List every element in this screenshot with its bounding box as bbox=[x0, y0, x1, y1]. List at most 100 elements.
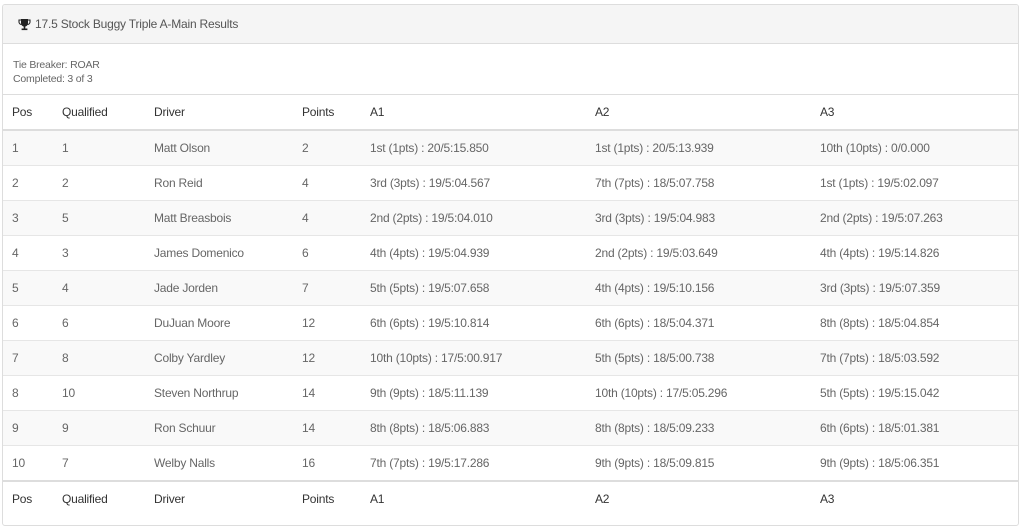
cell-qualified: 3 bbox=[53, 235, 145, 271]
panel-heading: 17.5 Stock Buggy Triple A-Main Results bbox=[3, 5, 1018, 44]
cell-pos: 9 bbox=[3, 410, 53, 446]
cell-points: 14 bbox=[293, 375, 361, 411]
cell-qualified: 6 bbox=[53, 305, 145, 341]
cell-pos: 5 bbox=[3, 270, 53, 306]
cell-points: 16 bbox=[293, 445, 361, 481]
footer-qualified: Qualified bbox=[53, 480, 145, 516]
cell-driver: Matt Olson bbox=[145, 129, 293, 166]
cell-pos: 10 bbox=[3, 445, 53, 481]
cell-a1: 8th (8pts) : 18/5:06.883 bbox=[361, 410, 586, 446]
cell-qualified: 2 bbox=[53, 165, 145, 201]
cell-a3: 2nd (2pts) : 19/5:07.263 bbox=[811, 200, 1018, 236]
tie-breaker-text: Tie Breaker: ROAR bbox=[13, 59, 100, 71]
trophy-icon bbox=[18, 18, 31, 31]
cell-a2: 3rd (3pts) : 19/5:04.983 bbox=[586, 200, 811, 236]
cell-pos: 3 bbox=[3, 200, 53, 236]
cell-a3: 8th (8pts) : 18/5:04.854 bbox=[811, 305, 1018, 341]
cell-pos: 6 bbox=[3, 305, 53, 341]
cell-points: 12 bbox=[293, 305, 361, 341]
header-a2[interactable]: A2 bbox=[586, 94, 811, 131]
cell-a1: 7th (7pts) : 19/5:17.286 bbox=[361, 445, 586, 481]
cell-driver: Jade Jorden bbox=[145, 270, 293, 306]
table-row: 1 1 Matt Olson 2 1st (1pts) : 20/5:15.85… bbox=[3, 129, 1018, 166]
cell-points: 4 bbox=[293, 200, 361, 236]
cell-points: 7 bbox=[293, 270, 361, 306]
table-footer-row: Pos Qualified Driver Points A1 A2 A3 bbox=[3, 480, 1018, 516]
cell-a3: 9th (9pts) : 18/5:06.351 bbox=[811, 445, 1018, 481]
table-header-row: Pos Qualified Driver Points A1 A2 A3 bbox=[3, 94, 1018, 131]
cell-pos: 4 bbox=[3, 235, 53, 271]
footer-a2: A2 bbox=[586, 480, 811, 516]
footer-a3: A3 bbox=[811, 480, 1018, 516]
footer-pos: Pos bbox=[3, 480, 53, 516]
table-row: 2 2 Ron Reid 4 3rd (3pts) : 19/5:04.567 … bbox=[3, 165, 1018, 201]
footer-points: Points bbox=[293, 480, 361, 516]
cell-a3: 4th (4pts) : 19/5:14.826 bbox=[811, 235, 1018, 271]
cell-qualified: 1 bbox=[53, 129, 145, 166]
cell-a1: 2nd (2pts) : 19/5:04.010 bbox=[361, 200, 586, 236]
cell-a1: 10th (10pts) : 17/5:00.917 bbox=[361, 340, 586, 376]
race-meta: Tie Breaker: ROAR Completed: 3 of 3 bbox=[3, 44, 1018, 94]
table-row: 9 9 Ron Schuur 14 8th (8pts) : 18/5:06.8… bbox=[3, 410, 1018, 446]
cell-a2: 7th (7pts) : 18/5:07.758 bbox=[586, 165, 811, 201]
footer-driver: Driver bbox=[145, 480, 293, 516]
cell-driver: James Domenico bbox=[145, 235, 293, 271]
cell-pos: 8 bbox=[3, 375, 53, 411]
header-qualified[interactable]: Qualified bbox=[53, 94, 145, 131]
header-a1[interactable]: A1 bbox=[361, 94, 586, 131]
cell-points: 4 bbox=[293, 165, 361, 201]
cell-driver: Colby Yardley bbox=[145, 340, 293, 376]
cell-points: 12 bbox=[293, 340, 361, 376]
cell-points: 14 bbox=[293, 410, 361, 446]
cell-qualified: 9 bbox=[53, 410, 145, 446]
cell-driver: Ron Reid bbox=[145, 165, 293, 201]
header-a3[interactable]: A3 bbox=[811, 94, 1018, 131]
table-row: 4 3 James Domenico 6 4th (4pts) : 19/5:0… bbox=[3, 235, 1018, 271]
table-row: 5 4 Jade Jorden 7 5th (5pts) : 19/5:07.6… bbox=[3, 270, 1018, 306]
cell-qualified: 5 bbox=[53, 200, 145, 236]
cell-pos: 7 bbox=[3, 340, 53, 376]
header-driver[interactable]: Driver bbox=[145, 94, 293, 131]
header-points[interactable]: Points bbox=[293, 94, 361, 131]
completed-text: Completed: 3 of 3 bbox=[13, 73, 93, 85]
footer-a1: A1 bbox=[361, 480, 586, 516]
cell-a2: 6th (6pts) : 18/5:04.371 bbox=[586, 305, 811, 341]
table-row: 7 8 Colby Yardley 12 10th (10pts) : 17/5… bbox=[3, 340, 1018, 376]
cell-a2: 1st (1pts) : 20/5:13.939 bbox=[586, 129, 811, 166]
cell-a1: 9th (9pts) : 18/5:11.139 bbox=[361, 375, 586, 411]
cell-pos: 2 bbox=[3, 165, 53, 201]
cell-a2: 4th (4pts) : 19/5:10.156 bbox=[586, 270, 811, 306]
cell-driver: Matt Breasbois bbox=[145, 200, 293, 236]
cell-a1: 4th (4pts) : 19/5:04.939 bbox=[361, 235, 586, 271]
cell-qualified: 4 bbox=[53, 270, 145, 306]
cell-a3: 5th (5pts) : 19/5:15.042 bbox=[811, 375, 1018, 411]
header-pos[interactable]: Pos bbox=[3, 94, 53, 131]
cell-a3: 1st (1pts) : 19/5:02.097 bbox=[811, 165, 1018, 201]
cell-driver: Ron Schuur bbox=[145, 410, 293, 446]
cell-points: 6 bbox=[293, 235, 361, 271]
cell-a3: 6th (6pts) : 18/5:01.381 bbox=[811, 410, 1018, 446]
cell-a1: 3rd (3pts) : 19/5:04.567 bbox=[361, 165, 586, 201]
cell-a2: 8th (8pts) : 18/5:09.233 bbox=[586, 410, 811, 446]
cell-qualified: 7 bbox=[53, 445, 145, 481]
cell-a2: 2nd (2pts) : 19/5:03.649 bbox=[586, 235, 811, 271]
cell-a3: 7th (7pts) : 18/5:03.592 bbox=[811, 340, 1018, 376]
cell-driver: Welby Nalls bbox=[145, 445, 293, 481]
cell-a2: 5th (5pts) : 18/5:00.738 bbox=[586, 340, 811, 376]
table-row: 10 7 Welby Nalls 16 7th (7pts) : 19/5:17… bbox=[3, 445, 1018, 481]
cell-a1: 5th (5pts) : 19/5:07.658 bbox=[361, 270, 586, 306]
cell-driver: DuJuan Moore bbox=[145, 305, 293, 341]
cell-a1: 6th (6pts) : 19/5:10.814 bbox=[361, 305, 586, 341]
cell-pos: 1 bbox=[3, 129, 53, 166]
cell-driver: Steven Northrup bbox=[145, 375, 293, 411]
cell-a3: 10th (10pts) : 0/0.000 bbox=[811, 129, 1018, 166]
table-row: 8 10 Steven Northrup 14 9th (9pts) : 18/… bbox=[3, 375, 1018, 411]
table-row: 3 5 Matt Breasbois 4 2nd (2pts) : 19/5:0… bbox=[3, 200, 1018, 236]
cell-a3: 3rd (3pts) : 19/5:07.359 bbox=[811, 270, 1018, 306]
cell-points: 2 bbox=[293, 129, 361, 166]
results-table: Pos Qualified Driver Points A1 A2 A3 1 1… bbox=[3, 94, 1018, 516]
cell-qualified: 10 bbox=[53, 375, 145, 411]
cell-a1: 1st (1pts) : 20/5:15.850 bbox=[361, 129, 586, 166]
panel-title: 17.5 Stock Buggy Triple A-Main Results bbox=[35, 17, 239, 31]
cell-a2: 9th (9pts) : 18/5:09.815 bbox=[586, 445, 811, 481]
